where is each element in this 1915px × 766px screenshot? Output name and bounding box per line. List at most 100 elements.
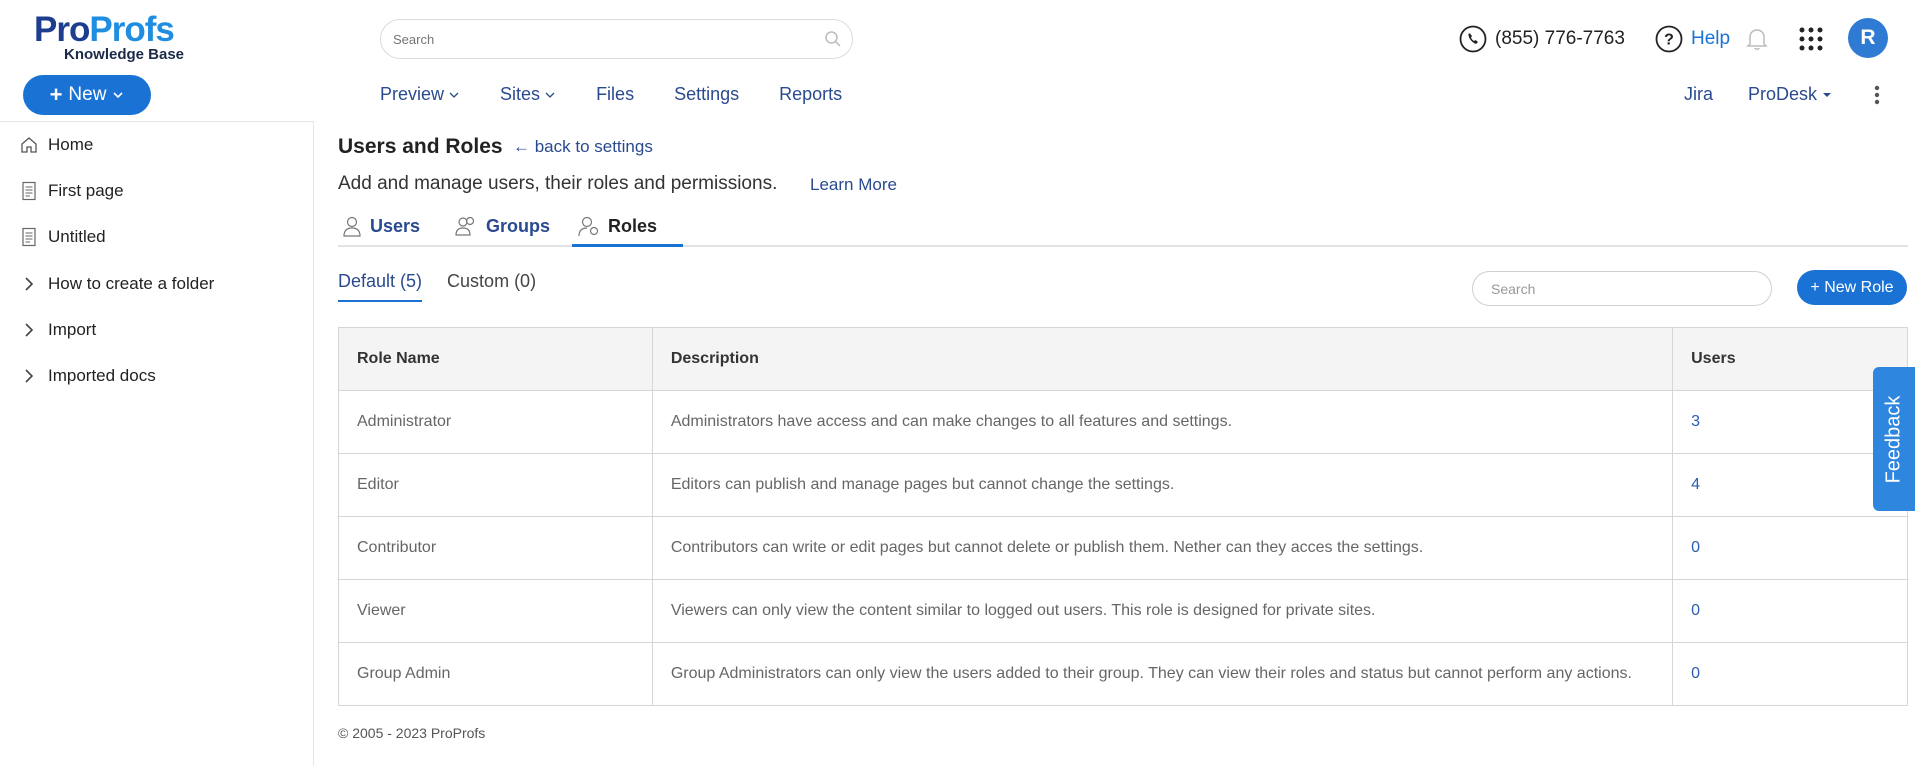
page-icon [22, 181, 36, 201]
nav-sites-label: Sites [500, 84, 541, 104]
role-name-cell: Editor [338, 453, 653, 517]
top-navigation: Preview Sites Files Settings Reports [380, 84, 842, 105]
table-header-row: Role Name Description Users [338, 327, 1908, 391]
tab-bar: Users Groups Roles [338, 207, 1908, 247]
role-name-cell: Administrator [338, 390, 653, 454]
chevron-down-icon [449, 92, 459, 98]
description-cell: Group Administrators can only view the u… [651, 642, 1674, 706]
question-circle-icon: ? [1655, 25, 1683, 53]
page-title: Users and Roles [338, 135, 503, 158]
nav-prodesk[interactable]: ProDesk [1748, 84, 1832, 105]
chevron-down-icon [545, 92, 555, 98]
feedback-label: Feedback [1882, 395, 1905, 483]
sidebar-item-label: Imported docs [48, 366, 156, 385]
chevron-right-icon[interactable] [20, 321, 38, 339]
nav-preview-label: Preview [380, 84, 445, 104]
sidebar: Home First page Untitled How to create a… [0, 121, 314, 766]
help-label: Help [1691, 28, 1731, 49]
proprofs-logo[interactable]: ProProfs Knowledge Base [34, 12, 194, 64]
logo-text-profs: Profs [89, 10, 174, 49]
table-row: Administrator Administrators have access… [338, 390, 1908, 454]
apps-grid-icon[interactable] [1799, 27, 1823, 51]
learn-more-link[interactable]: Learn More [810, 175, 897, 195]
new-button[interactable]: + New [23, 75, 151, 115]
description-cell: Editors can publish and manage pages but… [651, 453, 1674, 517]
table-row: Editor Editors can publish and manage pa… [338, 453, 1908, 517]
active-tab-indicator [572, 244, 683, 247]
user-gear-icon [578, 216, 599, 237]
copyright-footer: © 2005 - 2023 ProProfs [338, 725, 486, 741]
tab-users-label: Users [370, 215, 421, 236]
tab-users[interactable]: Users [342, 215, 420, 237]
users-count-link[interactable]: 0 [1672, 579, 1908, 643]
table-row: Viewer Viewers can only view the content… [338, 579, 1908, 643]
nav-reports[interactable]: Reports [779, 84, 842, 105]
role-name-cell: Contributor [338, 516, 653, 580]
help-link[interactable]: ? Help [1655, 25, 1730, 53]
sidebar-item-label: Import [48, 320, 97, 339]
tab-groups-label: Groups [486, 215, 551, 236]
description-cell: Administrators have access and can make … [651, 390, 1674, 454]
group-icon [455, 216, 475, 236]
subtab-custom[interactable]: Custom (0) [447, 271, 536, 302]
nav-files[interactable]: Files [596, 84, 634, 105]
role-search-input[interactable]: Search [1472, 271, 1772, 306]
nav-settings[interactable]: Settings [674, 84, 739, 105]
subtab-default[interactable]: Default (5) [338, 271, 423, 302]
role-name-cell: Viewer [338, 579, 653, 643]
global-search[interactable] [380, 19, 853, 59]
sidebar-item-label: Home [48, 135, 94, 154]
nav-sites[interactable]: Sites [500, 84, 556, 105]
tab-groups[interactable]: Groups [454, 215, 550, 237]
sidebar-item-label: How to create a folder [48, 274, 215, 293]
global-search-input[interactable] [381, 20, 801, 58]
chevron-down-icon [113, 92, 124, 99]
sidebar-item-untitled[interactable]: Untitled [20, 227, 106, 247]
more-options-icon[interactable] [1873, 84, 1881, 106]
sidebar-item-label: First page [48, 181, 124, 200]
back-to-settings-link[interactable]: ← back to settings [513, 137, 653, 157]
phone-icon [1459, 25, 1487, 53]
sidebar-item-imported-docs[interactable]: Imported docs [20, 366, 156, 386]
sidebar-item-label: Untitled [48, 227, 106, 246]
nav-jira[interactable]: Jira [1684, 84, 1713, 105]
roles-table: Role Name Description Users Administrato… [338, 327, 1908, 706]
column-header-role-name: Role Name [338, 327, 653, 391]
sidebar-item-home[interactable]: Home [20, 135, 93, 155]
nav-prodesk-label: ProDesk [1748, 84, 1818, 104]
new-role-button[interactable]: + New Role [1797, 270, 1907, 305]
table-row: Contributor Contributors can write or ed… [338, 516, 1908, 580]
description-cell: Viewers can only view the content simila… [651, 579, 1674, 643]
phone-contact[interactable]: (855) 776-7763 [1459, 25, 1625, 53]
logo-subtitle: Knowledge Base [64, 46, 185, 63]
logo-text-pro: Pro [34, 10, 90, 49]
bell-icon[interactable] [1745, 26, 1769, 52]
column-header-description: Description [651, 327, 1674, 391]
nav-preview[interactable]: Preview [380, 84, 460, 105]
sidebar-item-first-page[interactable]: First page [20, 181, 124, 201]
tab-roles[interactable]: Roles [578, 215, 657, 237]
plus-icon: + [49, 82, 63, 107]
sidebar-item-how-to-create-a-folder[interactable]: How to create a folder [20, 274, 214, 294]
feedback-tab[interactable]: Feedback [1873, 367, 1915, 511]
description-cell: Contributors can write or edit pages but… [651, 516, 1674, 580]
page-icon [22, 227, 36, 247]
home-icon [21, 137, 37, 153]
role-type-subtabs: Default (5) Custom (0) [338, 271, 536, 302]
sidebar-item-import[interactable]: Import [20, 320, 96, 340]
page-subtitle: Add and manage users, their roles and pe… [338, 173, 778, 194]
integrations-nav: Jira ProDesk [1684, 84, 1832, 105]
avatar[interactable]: R [1848, 18, 1888, 58]
chevron-right-icon[interactable] [20, 367, 38, 385]
users-count-link[interactable]: 0 [1672, 516, 1908, 580]
user-icon [343, 216, 361, 237]
search-icon[interactable] [824, 30, 842, 48]
chevron-right-icon[interactable] [20, 275, 38, 293]
tab-roles-label: Roles [608, 215, 658, 236]
top-bar: ProProfs Knowledge Base + New Preview Si… [0, 0, 1915, 122]
phone-number: (855) 776-7763 [1495, 28, 1625, 49]
table-row: Group Admin Group Administrators can onl… [338, 642, 1908, 706]
caret-down-icon [1823, 92, 1832, 97]
users-count-link[interactable]: 0 [1672, 642, 1908, 706]
role-name-cell: Group Admin [338, 642, 653, 706]
